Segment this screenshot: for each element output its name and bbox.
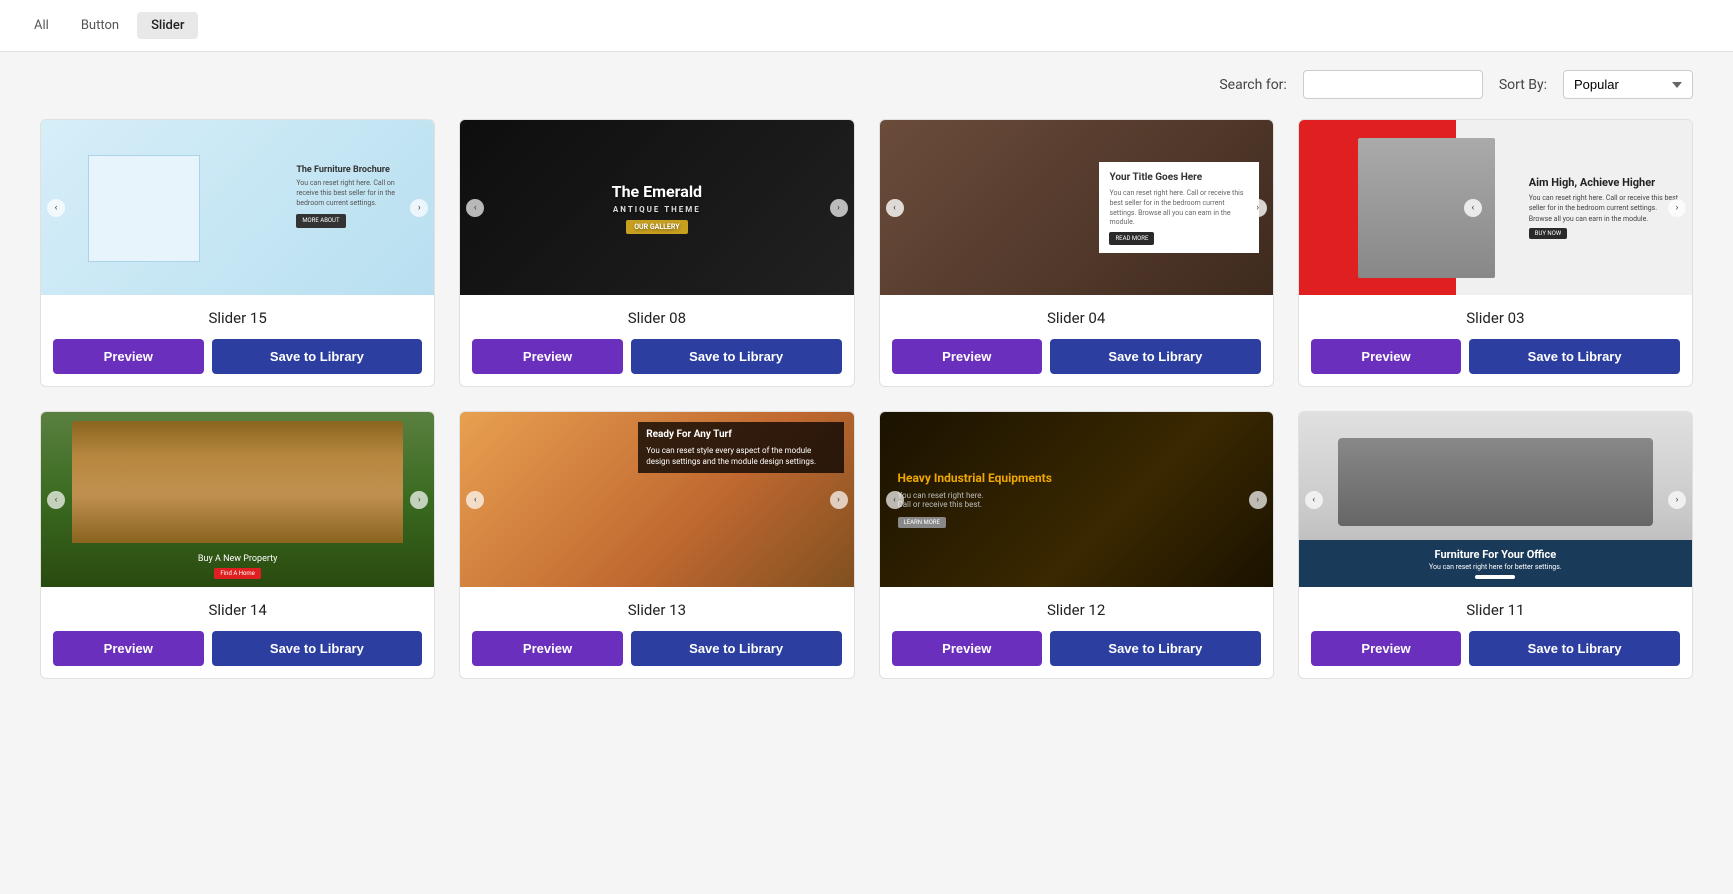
save-button[interactable]: Save to Library [1469, 631, 1680, 666]
card-actions: Preview Save to Library [53, 631, 422, 666]
sort-select[interactable]: Popular Newest Oldest [1563, 70, 1693, 99]
card-info: Slider 12 Preview Save to Library [880, 587, 1273, 678]
card-slider-04: ‹ › Your Title Goes Here You can reset r… [879, 119, 1274, 387]
card-info: Slider 08 Preview Save to Library [460, 295, 853, 386]
card-title: Slider 08 [472, 309, 841, 327]
thumb-text: Heavy Industrial Equipments You can rese… [898, 471, 1052, 528]
preview-button[interactable]: Preview [892, 339, 1043, 374]
card-info: Slider 13 Preview Save to Library [460, 587, 853, 678]
card-actions: Preview Save to Library [892, 631, 1261, 666]
save-button[interactable]: Save to Library [1050, 339, 1261, 374]
next-arrow[interactable]: › [830, 199, 848, 217]
card-info: Slider 03 Preview Save to Library [1299, 295, 1692, 386]
card-info: Slider 14 Preview Save to Library [41, 587, 434, 678]
thumbnail-slider-12: ‹ › Heavy Industrial Equipments You can … [880, 412, 1273, 587]
card-actions: Preview Save to Library [472, 339, 841, 374]
save-button[interactable]: Save to Library [212, 631, 423, 666]
card-info: Slider 15 Preview Save to Library [41, 295, 434, 386]
prev-arrow[interactable]: ‹ [886, 491, 904, 509]
sofa-shape [1338, 438, 1653, 526]
card-slider-12: ‹ › Heavy Industrial Equipments You can … [879, 411, 1274, 679]
card-title: Slider 11 [1311, 601, 1680, 619]
next-arrow[interactable]: › [830, 491, 848, 509]
card-slider-13: ‹ › Ready For Any Turf You can reset sty… [459, 411, 854, 679]
next-arrow[interactable]: › [1249, 199, 1267, 217]
card-title: Slider 13 [472, 601, 841, 619]
card-slider-15: ‹ › The Furniture Brochure You can reset… [40, 119, 435, 387]
card-title: Slider 03 [1311, 309, 1680, 327]
card-info: Slider 04 Preview Save to Library [880, 295, 1273, 386]
controls-bar: Search for: Sort By: Popular Newest Olde… [0, 52, 1733, 109]
tab-all[interactable]: All [20, 12, 63, 39]
thumb-text: Aim High, Achieve Higher You can reset r… [1529, 176, 1682, 240]
prev-arrow[interactable]: ‹ [466, 199, 484, 217]
card-slider-03: ‹ › Aim High, Achieve Higher You can res… [1298, 119, 1693, 387]
thumbnail-slider-13: ‹ › Ready For Any Turf You can reset sty… [460, 412, 853, 587]
prev-arrow[interactable]: ‹ [47, 491, 65, 509]
house-body [72, 421, 402, 544]
thumbnail-slider-15: ‹ › The Furniture Brochure You can reset… [41, 120, 434, 295]
card-title: Slider 04 [892, 309, 1261, 327]
thumbnail-slider-14: ‹ › Buy A New Property Find A Home [41, 412, 434, 587]
preview-button[interactable]: Preview [892, 631, 1043, 666]
sort-label: Sort By: [1499, 77, 1547, 93]
card-slider-14: ‹ › Buy A New Property Find A Home Slide… [40, 411, 435, 679]
preview-button[interactable]: Preview [53, 339, 204, 374]
save-button[interactable]: Save to Library [1469, 339, 1680, 374]
prev-arrow[interactable]: ‹ [1305, 491, 1323, 509]
thumbnail-slider-04: ‹ › Your Title Goes Here You can reset r… [880, 120, 1273, 295]
card-title: Slider 12 [892, 601, 1261, 619]
next-arrow[interactable]: › [1668, 199, 1686, 217]
card-title: Slider 14 [53, 601, 422, 619]
next-arrow[interactable]: › [410, 199, 428, 217]
search-label: Search for: [1219, 77, 1286, 93]
card-actions: Preview Save to Library [472, 631, 841, 666]
thumbnail-slider-08: ‹ › The Emerald ANTIQUE THEME OUR GALLER… [460, 120, 853, 295]
save-button[interactable]: Save to Library [212, 339, 423, 374]
thumb-text: Furniture For Your Office You can reset … [1299, 540, 1692, 587]
next-arrow[interactable]: › [1249, 491, 1267, 509]
tab-bar: All Button Slider [0, 0, 1733, 52]
thumbnail-slider-03: ‹ › Aim High, Achieve Higher You can res… [1299, 120, 1692, 295]
card-actions: Preview Save to Library [1311, 339, 1680, 374]
thumb-text: Ready For Any Turf You can reset style e… [638, 422, 843, 473]
prev-arrow[interactable]: ‹ [1464, 199, 1482, 217]
save-button[interactable]: Save to Library [631, 339, 842, 374]
thumb-text: Your Title Goes Here You can reset right… [1099, 162, 1258, 253]
card-actions: Preview Save to Library [53, 339, 422, 374]
card-slider-11: ‹ › Furniture For Your Office You can re… [1298, 411, 1693, 679]
thumbnail-slider-11: ‹ › Furniture For Your Office You can re… [1299, 412, 1692, 587]
tab-slider[interactable]: Slider [137, 12, 198, 39]
preview-button[interactable]: Preview [472, 631, 623, 666]
preview-button[interactable]: Preview [53, 631, 204, 666]
card-title: Slider 15 [53, 309, 422, 327]
next-arrow[interactable]: › [1668, 491, 1686, 509]
prev-arrow[interactable]: ‹ [466, 491, 484, 509]
prev-arrow[interactable]: ‹ [886, 199, 904, 217]
tab-button[interactable]: Button [67, 12, 133, 39]
card-info: Slider 11 Preview Save to Library [1299, 587, 1692, 678]
slider-grid: ‹ › The Furniture Brochure You can reset… [0, 109, 1733, 709]
save-button[interactable]: Save to Library [631, 631, 842, 666]
save-button[interactable]: Save to Library [1050, 631, 1261, 666]
thumb-text: The Furniture Brochure You can reset rig… [296, 164, 395, 228]
card-slider-08: ‹ › The Emerald ANTIQUE THEME OUR GALLER… [459, 119, 854, 387]
thumb-text: The Emerald ANTIQUE THEME OUR GALLERY [612, 182, 702, 234]
card-actions: Preview Save to Library [1311, 631, 1680, 666]
prev-arrow[interactable]: ‹ [47, 199, 65, 217]
next-arrow[interactable]: › [410, 491, 428, 509]
preview-button[interactable]: Preview [1311, 631, 1462, 666]
card-actions: Preview Save to Library [892, 339, 1261, 374]
preview-button[interactable]: Preview [472, 339, 623, 374]
preview-button[interactable]: Preview [1311, 339, 1462, 374]
search-input[interactable] [1303, 70, 1483, 99]
thumb-text: Buy A New Property Find A Home [198, 554, 277, 579]
